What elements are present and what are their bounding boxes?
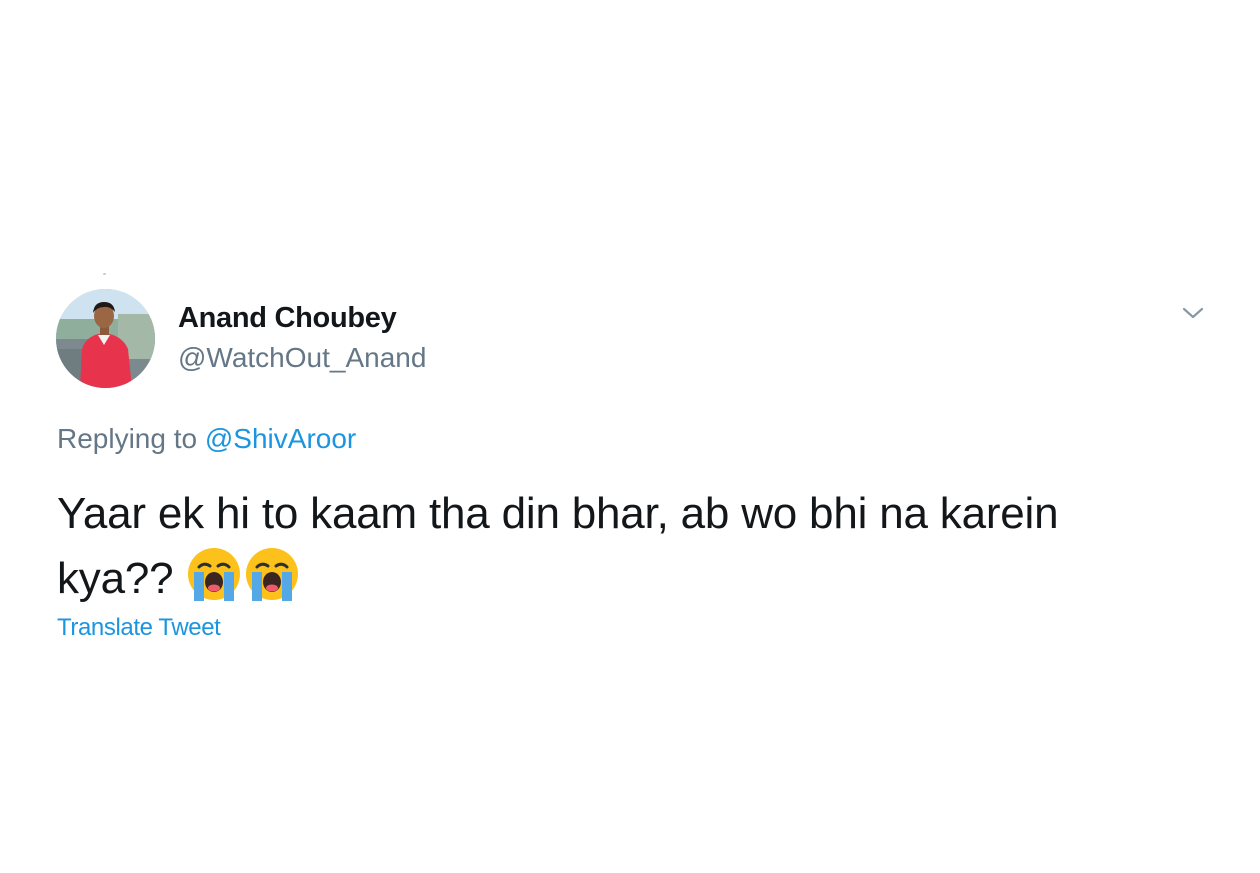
tweet-card: Anand Choubey @WatchOut_Anand Replying t… — [0, 0, 1260, 873]
replying-to-mention[interactable]: @ShivAroor — [205, 423, 356, 454]
avatar[interactable] — [56, 289, 155, 388]
loudly-crying-face-icon — [243, 545, 301, 603]
tweet-menu-button[interactable] — [1178, 298, 1208, 328]
replying-to-label: Replying to — [57, 423, 198, 454]
translate-tweet-link[interactable]: Translate Tweet — [57, 614, 221, 642]
avatar-image — [56, 289, 155, 388]
author-name[interactable]: Anand Choubey — [178, 302, 397, 335]
replying-to: Replying to @ShivAroor — [57, 423, 356, 455]
tweet-text: Yaar ek hi to kaam tha din bhar, ab wo b… — [57, 482, 1177, 610]
author-handle[interactable]: @WatchOut_Anand — [178, 342, 426, 374]
divider-dot — [103, 273, 106, 275]
chevron-down-icon — [1182, 307, 1204, 319]
loudly-crying-face-icon — [185, 545, 243, 603]
